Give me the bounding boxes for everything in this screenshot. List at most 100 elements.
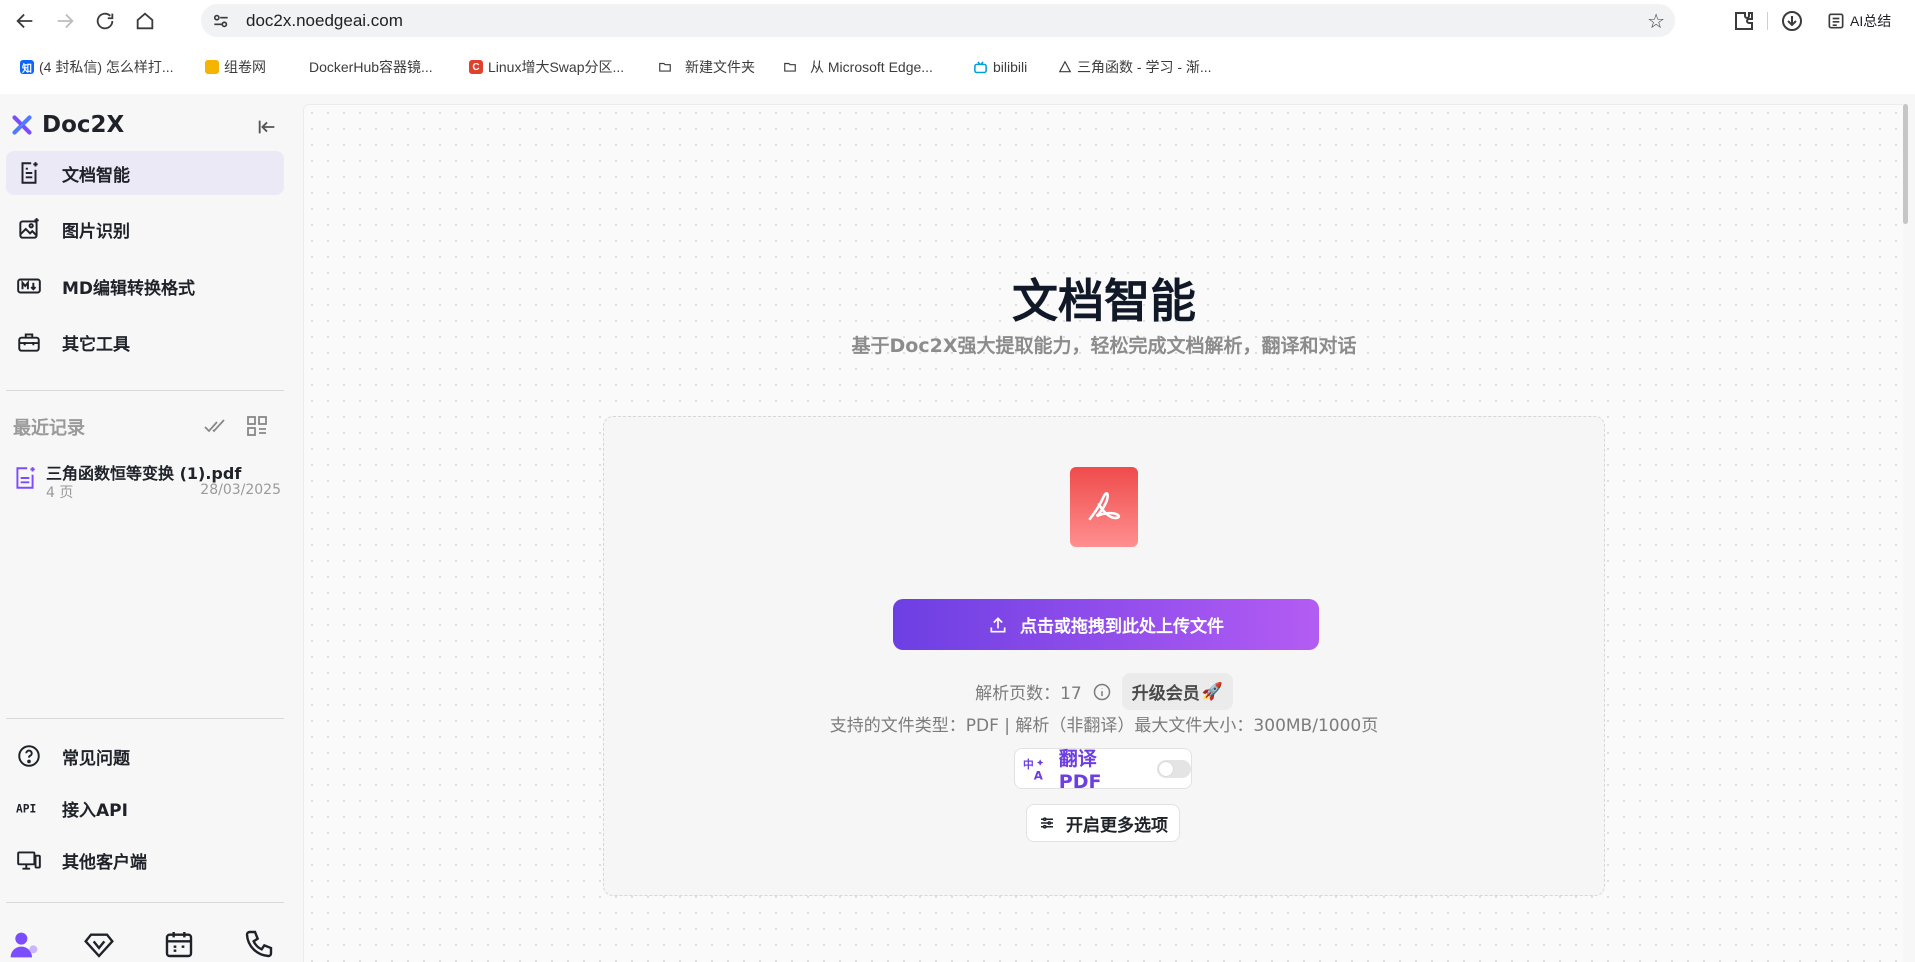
- upload-dropzone[interactable]: 点击或拖拽到此处上传文件 解析页数：17 升级会员 🚀 支持的文件类型：PDF …: [603, 416, 1605, 896]
- bookmarks-bar: 知 (4 封私信) 怎么样打... 组卷网 DockerHub容器镜... C …: [0, 52, 1915, 82]
- ai-summary-button[interactable]: AI总结: [1826, 9, 1891, 33]
- bookmark-item[interactable]: 组卷网: [205, 52, 266, 82]
- more-options-button[interactable]: 开启更多选项: [1026, 804, 1180, 842]
- translate-icon: 中 A: [1023, 757, 1044, 781]
- translate-pdf-toggle[interactable]: 中 A 翻译 PDF: [1014, 748, 1192, 793]
- file-icon: [16, 467, 35, 489]
- bookmark-item[interactable]: DockerHub容器镜...: [290, 52, 433, 82]
- sidebar-divider: [6, 718, 284, 719]
- bookmark-folder[interactable]: 从 Microsoft Edge...: [783, 52, 933, 82]
- reload-icon[interactable]: [91, 7, 119, 35]
- bookmark-item[interactable]: 三角函数 - 学习 - 渐...: [1058, 52, 1212, 82]
- svg-text:A: A: [1034, 768, 1044, 781]
- quota-line: 解析页数：17 升级会员 🚀: [604, 673, 1604, 710]
- recent-file-item[interactable]: 三角函数恒等变换 (1).pdf 4 页 28/03/2025: [10, 460, 285, 504]
- translate-switch[interactable]: [1157, 759, 1191, 778]
- phone-icon[interactable]: [243, 928, 275, 960]
- bookmark-label: Linux增大Swap分区...: [488, 59, 625, 75]
- nav-label: 其它工具: [62, 334, 130, 355]
- recent-file-date: 28/03/2025: [200, 482, 281, 498]
- bookmark-star-icon[interactable]: ☆: [1647, 9, 1665, 33]
- bookmark-label: 从 Microsoft Edge...: [810, 59, 933, 75]
- toolbox-icon: [18, 333, 40, 352]
- folder-icon: [784, 62, 796, 72]
- upgrade-button[interactable]: 升级会员 🚀: [1121, 673, 1233, 710]
- nav-label: 文档智能: [62, 165, 130, 186]
- back-arrow-icon[interactable]: [11, 7, 39, 35]
- forward-arrow-icon[interactable]: [51, 7, 79, 35]
- info-icon[interactable]: [1092, 682, 1112, 702]
- upgrade-label: 升级会员: [1131, 684, 1200, 704]
- nav-markdown[interactable]: MD编辑转换格式: [6, 264, 284, 308]
- recent-file-name: 三角函数恒等变换 (1).pdf: [46, 464, 242, 483]
- quota-value: 17: [1060, 684, 1082, 704]
- nav-faq[interactable]: 常见问题: [6, 734, 284, 778]
- nav-document-ai[interactable]: 文档智能: [6, 151, 284, 195]
- home-icon[interactable]: [131, 7, 159, 35]
- nav-clients[interactable]: 其他客户端: [6, 838, 284, 882]
- main-panel: 文档智能 基于Doc2X强大提取能力，轻松完成文档解析，翻译和对话 点击或拖拽到…: [303, 104, 1903, 962]
- triangle-logo-icon: [1058, 60, 1072, 73]
- toolbar-divider: [1767, 12, 1768, 30]
- brand-name: Doc2X: [42, 112, 125, 138]
- ai-summary-label: AI总结: [1850, 13, 1892, 29]
- main-scrollbar[interactable]: [1903, 104, 1908, 224]
- nav-other-tools[interactable]: 其它工具: [6, 320, 284, 364]
- sidebar-divider: [6, 390, 284, 391]
- upload-label: 点击或拖拽到此处上传文件: [1020, 617, 1224, 637]
- recent-actions: [203, 414, 269, 438]
- ai-summary-icon: [1828, 13, 1844, 29]
- bookmark-label: (4 封私信) 怎么样打...: [39, 59, 174, 75]
- page-subtitle: 基于Doc2X强大提取能力，轻松完成文档解析，翻译和对话: [851, 335, 1357, 357]
- zujuan-icon: [205, 60, 219, 74]
- address-bar[interactable]: doc2x.noedgeai.com ☆: [201, 4, 1675, 37]
- user-avatar-icon[interactable]: [8, 928, 40, 960]
- bookmark-item[interactable]: 知 (4 封私信) 怎么样打...: [20, 52, 174, 82]
- extensions-icon[interactable]: [1732, 9, 1756, 33]
- translate-label: 翻译 PDF: [1058, 748, 1102, 793]
- app-root: Doc2X 文档智能 图片识别 MD编辑转换格式 其它工具 最近记录 三角函数恒…: [0, 94, 1915, 962]
- calendar-icon[interactable]: [163, 928, 195, 960]
- rocket-icon: 🚀: [1201, 681, 1223, 702]
- browser-toolbar: doc2x.noedgeai.com ☆ AI总结: [0, 0, 1915, 42]
- sidebar: Doc2X 文档智能 图片识别 MD编辑转换格式 其它工具 最近记录 三角函数恒…: [0, 94, 303, 962]
- logo[interactable]: Doc2X: [12, 112, 124, 138]
- sidebar-bottom-bar: [0, 922, 303, 962]
- api-icon: API: [16, 802, 36, 815]
- help-circle-icon: [18, 745, 40, 767]
- download-icon[interactable]: [1780, 9, 1804, 33]
- acrobat-icon: [1088, 491, 1121, 521]
- upload-icon: [990, 616, 1006, 632]
- zhihu-icon: 知: [20, 60, 34, 75]
- url-text[interactable]: doc2x.noedgeai.com: [246, 11, 403, 31]
- diamond-icon[interactable]: [83, 928, 115, 960]
- recent-title: 最近记录: [13, 418, 85, 439]
- svg-text:API: API: [16, 802, 36, 815]
- document-ai-icon: [21, 162, 38, 184]
- bookmark-label: 组卷网: [224, 59, 266, 75]
- bookmark-item[interactable]: bilibili: [973, 52, 1027, 82]
- image-recognition-icon: [19, 218, 39, 239]
- collapse-sidebar-icon[interactable]: [256, 116, 278, 138]
- folder-icon: [659, 62, 671, 72]
- more-options-label: 开启更多选项: [1066, 815, 1168, 836]
- site-settings-icon[interactable]: [211, 11, 231, 31]
- upload-button[interactable]: 点击或拖拽到此处上传文件: [893, 599, 1319, 650]
- nav-image-recognition[interactable]: 图片识别: [6, 207, 284, 251]
- recent-file-pages: 4 页: [46, 485, 74, 501]
- bookmark-item[interactable]: C Linux增大Swap分区...: [469, 52, 624, 82]
- grid-view-icon[interactable]: [245, 414, 269, 438]
- sidebar-divider: [6, 902, 284, 903]
- nav-api[interactable]: API 接入API: [6, 786, 284, 830]
- bookmark-folder[interactable]: 新建文件夹: [658, 52, 755, 82]
- svg-text:中: 中: [1023, 757, 1034, 770]
- quota-label: 解析页数：17: [975, 679, 1082, 704]
- bilibili-icon: [974, 60, 987, 73]
- bookmark-label: DockerHub容器镜...: [309, 59, 433, 75]
- nav-label: 常见问题: [62, 748, 130, 769]
- markdown-icon: [17, 278, 41, 294]
- nav-label: 其他客户端: [62, 852, 147, 873]
- blank-favicon-icon: [290, 60, 304, 74]
- nav-label: 图片识别: [62, 221, 130, 242]
- check-all-icon[interactable]: [203, 414, 227, 438]
